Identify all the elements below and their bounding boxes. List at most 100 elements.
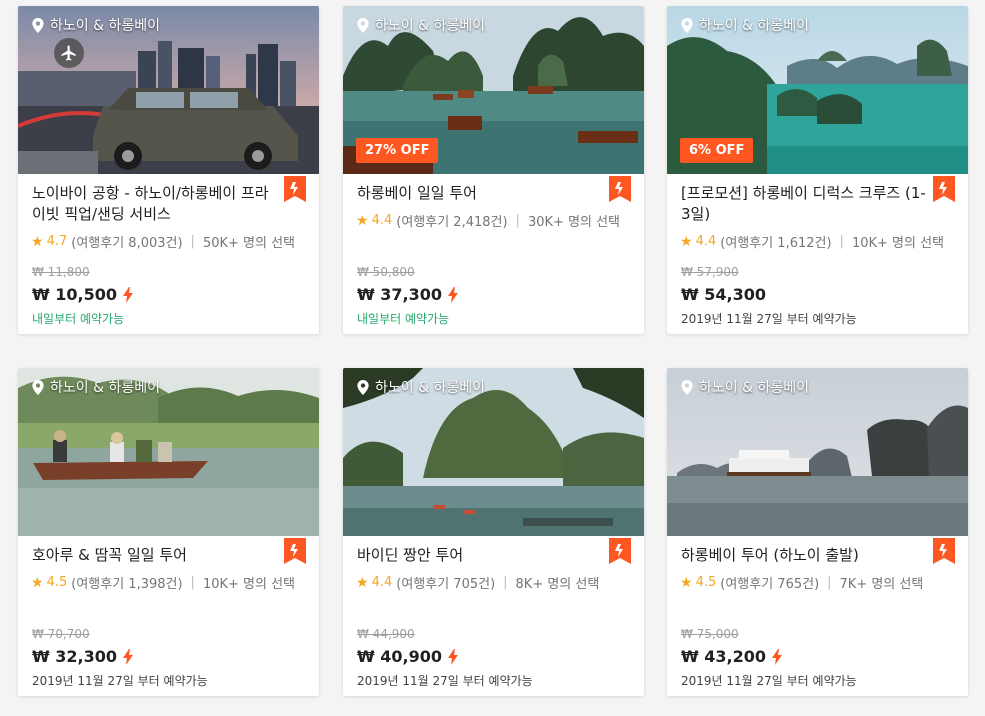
instant-confirm-icon [448, 287, 458, 303]
sale-price: ₩ 10,500 [32, 285, 117, 304]
rating-score: 4.4 [371, 213, 393, 228]
star-icon: ★ [680, 574, 693, 591]
rating-row: ★ 4.4 (여행후기 1,612건) | 10K+ 명의 선택 [680, 232, 944, 252]
rating-row: ★ 4.4 (여행후기 705건) | 8K+ 명의 선택 [356, 573, 600, 593]
price-row: ₩ 10,500 [32, 285, 133, 304]
original-price: ₩ 70,700 [32, 627, 90, 641]
bookmark-icon[interactable] [609, 176, 631, 202]
star-icon: ★ [680, 233, 693, 250]
original-price: ₩ 50,800 [357, 265, 415, 279]
price-row: ₩ 40,900 [357, 647, 458, 666]
divider: | [839, 234, 844, 249]
card-image: 하노이 & 하롱베이 [18, 6, 319, 174]
availability-text: 내일부터 예약가능 [32, 312, 125, 326]
bookmark-icon[interactable] [609, 538, 631, 564]
product-card[interactable]: 하노이 & 하롱베이 6% OFF [프로모션] 하롱베이 디럭스 크루즈 (1… [667, 6, 968, 334]
card-image: 하노이 & 하롱베이 6% OFF [667, 6, 968, 174]
card-image: 하노이 & 하롱베이 [343, 368, 644, 536]
location-label: 하노이 & 하롱베이 [32, 377, 160, 397]
sale-price: ₩ 32,300 [32, 647, 117, 666]
location-label: 하노이 & 하롱베이 [357, 377, 485, 397]
booked-count: 8K+ 명의 선택 [515, 577, 600, 592]
availability-text: 내일부터 예약가능 [357, 312, 450, 326]
availability-text: 2019년 11월 27일 부터 예약가능 [681, 312, 857, 326]
product-card[interactable]: 하노이 & 하롱베이 바이딘 짱안 투어 ★ 4.4 (여행후기 705건) |… [343, 368, 644, 696]
map-pin-icon [32, 18, 44, 33]
rating-row: ★ 4.5 (여행후기 1,398건) | 10K+ 명의 선택 [31, 573, 296, 593]
location-label: 하노이 & 하롱베이 [32, 15, 160, 35]
price-row: ₩ 37,300 [357, 285, 458, 304]
discount-badge: 6% OFF [680, 138, 754, 163]
availability-text: 2019년 11월 27일 부터 예약가능 [32, 674, 208, 688]
location-label: 하노이 & 하롱베이 [681, 377, 809, 397]
plane-icon [54, 38, 84, 68]
location-label: 하노이 & 하롱베이 [681, 15, 809, 35]
divider: | [827, 575, 832, 590]
map-pin-icon [681, 380, 693, 395]
rating-row: ★ 4.7 (여행후기 8,003건) | 50K+ 명의 선택 [31, 232, 296, 252]
instant-confirm-icon [123, 287, 133, 303]
instant-confirm-icon [772, 649, 782, 665]
sale-price: ₩ 54,300 [681, 285, 766, 304]
review-count: (여행후기 1,398건) [71, 577, 183, 592]
card-title[interactable]: 하롱베이 투어 (하노이 출발) [681, 545, 931, 566]
bookmark-icon[interactable] [933, 538, 955, 564]
sale-price: ₩ 40,900 [357, 647, 442, 666]
card-title[interactable]: 호아루 & 땀꼭 일일 투어 [32, 545, 282, 566]
product-card[interactable]: 하노이 & 하롱베이 호아루 & 땀꼭 일일 투어 ★ 4.5 (여행후기 1,… [18, 368, 319, 696]
price-row: ₩ 43,200 [681, 647, 782, 666]
instant-confirm-icon [123, 649, 133, 665]
original-price: ₩ 57,900 [681, 265, 739, 279]
divider: | [503, 575, 508, 590]
rating-row: ★ 4.5 (여행후기 765건) | 7K+ 명의 선택 [680, 573, 924, 593]
product-card[interactable]: 하노이 & 하롱베이 하롱베이 투어 (하노이 출발) ★ 4.5 (여행후기 … [667, 368, 968, 696]
sale-price: ₩ 43,200 [681, 647, 766, 666]
price-row: ₩ 54,300 [681, 285, 766, 304]
divider: | [190, 234, 195, 249]
rating-score: 4.5 [46, 575, 68, 590]
discount-badge: 27% OFF [356, 138, 439, 163]
divider: | [190, 575, 195, 590]
location-text: 하노이 & 하롱베이 [50, 380, 160, 396]
card-image: 하노이 & 하롱베이 [18, 368, 319, 536]
location-text: 하노이 & 하롱베이 [699, 380, 809, 396]
sale-price: ₩ 37,300 [357, 285, 442, 304]
availability-text: 2019년 11월 27일 부터 예약가능 [681, 674, 857, 688]
map-pin-icon [32, 380, 44, 395]
star-icon: ★ [31, 233, 44, 250]
location-text: 하노이 & 하롱베이 [375, 380, 485, 396]
map-pin-icon [357, 380, 369, 395]
divider: | [515, 213, 520, 228]
rating-score: 4.4 [695, 234, 717, 249]
location-text: 하노이 & 하롱베이 [699, 18, 809, 34]
location-label: 하노이 & 하롱베이 [357, 15, 485, 35]
product-card[interactable]: 하노이 & 하롱베이 노이바이 공항 - 하노이/하롱베이 프라이빗 픽업/샌딩… [18, 6, 319, 334]
card-image: 하노이 & 하롱베이 27% OFF [343, 6, 644, 174]
product-card[interactable]: 하노이 & 하롱베이 27% OFF 하롱베이 일일 투어 ★ 4.4 (여행후… [343, 6, 644, 334]
instant-confirm-icon [448, 649, 458, 665]
rating-score: 4.7 [46, 234, 68, 249]
price-row: ₩ 32,300 [32, 647, 133, 666]
card-title[interactable]: 하롱베이 일일 투어 [357, 183, 607, 204]
map-pin-icon [357, 18, 369, 33]
review-count: (여행후기 765건) [720, 577, 820, 592]
review-count: (여행후기 705건) [396, 577, 496, 592]
booked-count: 10K+ 명의 선택 [202, 577, 296, 592]
card-title[interactable]: [프로모션] 하롱베이 디럭스 크루즈 (1-3일) [681, 183, 931, 225]
bookmark-icon[interactable] [933, 176, 955, 202]
location-text: 하노이 & 하롱베이 [375, 18, 485, 34]
rating-score: 4.5 [695, 575, 717, 590]
availability-text: 2019년 11월 27일 부터 예약가능 [357, 674, 533, 688]
card-title[interactable]: 노이바이 공항 - 하노이/하롱베이 프라이빗 픽업/샌딩 서비스 [32, 183, 282, 225]
booked-count: 50K+ 명의 선택 [202, 236, 296, 251]
review-count: (여행후기 8,003건) [71, 236, 183, 251]
bookmark-icon[interactable] [284, 176, 306, 202]
review-count: (여행후기 1,612건) [720, 236, 832, 251]
original-price: ₩ 44,900 [357, 627, 415, 641]
booked-count: 7K+ 명의 선택 [839, 577, 924, 592]
card-image: 하노이 & 하롱베이 [667, 368, 968, 536]
card-title[interactable]: 바이딘 짱안 투어 [357, 545, 607, 566]
review-count: (여행후기 2,418건) [396, 215, 508, 230]
map-pin-icon [681, 18, 693, 33]
bookmark-icon[interactable] [284, 538, 306, 564]
